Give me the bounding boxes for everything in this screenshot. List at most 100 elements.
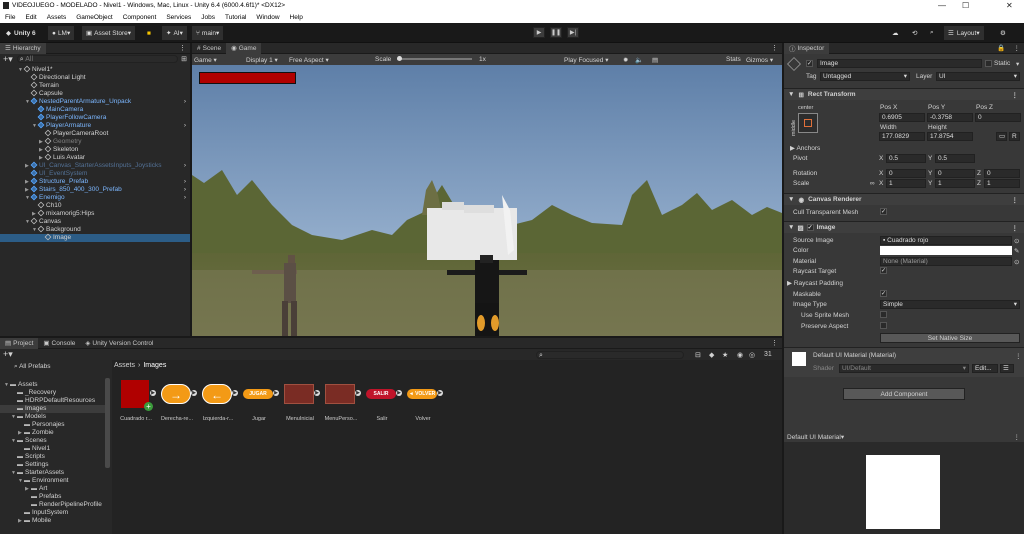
- foldout-arrow-icon[interactable]: ▶: [25, 178, 31, 186]
- component-menu-icon[interactable]: ⋮: [1012, 224, 1019, 232]
- open-prefab-icon[interactable]: ›: [184, 122, 186, 130]
- add-icon[interactable]: +▾: [3, 54, 13, 65]
- asset-item[interactable]: ▶ + Cuadrado r...: [118, 380, 156, 422]
- stats-button[interactable]: Stats: [726, 56, 741, 63]
- set-native-size-button[interactable]: Set Native Size: [880, 333, 1020, 343]
- static-dropdown-icon[interactable]: ▾: [1016, 60, 1019, 68]
- asset-store-button[interactable]: ▣ Asset Store ▾: [82, 26, 136, 40]
- material-field[interactable]: None (Material): [880, 257, 1012, 266]
- mute-icon[interactable]: 🔈: [635, 56, 643, 64]
- unity-button[interactable]: ◆ Unity 6: [2, 26, 40, 40]
- foldout-arrow-icon[interactable]: ▶: [39, 138, 45, 146]
- foldout-arrow-icon[interactable]: ▶: [25, 162, 31, 170]
- menu-component[interactable]: Component: [118, 14, 162, 21]
- more-icon[interactable]: ⋮: [771, 339, 778, 347]
- menu-file[interactable]: File: [0, 14, 20, 21]
- tab-version-control[interactable]: ◈ Unity Version Control: [80, 338, 158, 349]
- component-menu-icon[interactable]: ⋮: [1012, 196, 1019, 204]
- menu-tutorial[interactable]: Tutorial: [220, 14, 251, 21]
- rect-transform-header[interactable]: ▼ ⊞ Rect Transform ⋮: [784, 88, 1024, 100]
- foldout-arrow-icon[interactable]: ▶: [39, 154, 45, 162]
- account-button[interactable]: ● LM ▾: [48, 26, 75, 40]
- lock-icon[interactable]: 🔒: [997, 44, 1005, 52]
- tab-game[interactable]: ◉ Game: [226, 42, 262, 54]
- expand-sprite-icon[interactable]: ▶: [150, 390, 156, 396]
- image-type-dropdown[interactable]: Simple ▾: [880, 300, 1020, 309]
- tree-scrollbar[interactable]: [105, 378, 110, 468]
- raw-edit-button[interactable]: R: [1009, 132, 1020, 141]
- folder-item[interactable]: ▼▬ Models: [0, 413, 110, 421]
- scale-y-field[interactable]: 1: [935, 179, 975, 188]
- folder-item[interactable]: ▬ HDRPDefaultResources: [0, 397, 110, 405]
- breadcrumb-assets[interactable]: Assets: [114, 362, 135, 369]
- favorites-all-prefabs[interactable]: ⌕ All Prefabs: [0, 363, 110, 371]
- ai-button[interactable]: ✦ AI ▾: [162, 26, 187, 40]
- tab-project[interactable]: ▤ Project: [0, 337, 39, 349]
- menu-window[interactable]: Window: [251, 14, 284, 21]
- open-prefab-icon[interactable]: ›: [184, 98, 186, 106]
- folder-item[interactable]: ▼▬ StarterAssets: [0, 469, 110, 477]
- folder-item[interactable]: ▶ ▬ Zombie: [0, 429, 110, 437]
- component-menu-icon[interactable]: ⋮: [1015, 352, 1022, 360]
- hierarchy-item[interactable]: Image: [0, 233, 190, 242]
- minimize-icon[interactable]: —: [938, 1, 946, 10]
- tag-dropdown[interactable]: Untagged ▾: [820, 72, 910, 81]
- scale-slider[interactable]: [397, 56, 472, 61]
- foldout-arrow-icon[interactable]: ▶: [25, 186, 31, 194]
- folder-item[interactable]: ▬ Personajes: [0, 421, 110, 429]
- hierarchy-item[interactable]: ▼ Nivel1*: [0, 65, 190, 74]
- tab-inspector[interactable]: ⓘ Inspector: [784, 42, 830, 54]
- search-icon[interactable]: ⌕: [926, 26, 938, 40]
- asset-item[interactable]: → ▶ Derecha-re...: [159, 380, 197, 422]
- foldout-arrow-icon[interactable]: ▼: [25, 218, 31, 226]
- close-icon[interactable]: ✕: [1006, 1, 1013, 10]
- asset-item[interactable]: JUGAR ▶ Jugar: [241, 380, 279, 422]
- hierarchy-item[interactable]: PlayerFollowCamera: [0, 113, 190, 122]
- history-icon[interactable]: ⟲: [908, 26, 921, 40]
- menu-help[interactable]: Help: [285, 14, 308, 21]
- tab-scene[interactable]: # Scene: [192, 43, 226, 54]
- object-picker-icon[interactable]: ⊙: [1014, 237, 1019, 245]
- menu-services[interactable]: Services: [161, 14, 196, 21]
- hierarchy-item[interactable]: ▶ UI_Canvas_StarterAssetsInputs_Joysticks…: [0, 161, 190, 170]
- asset-item[interactable]: ◄ VOLVER ▶ Volver: [405, 380, 443, 422]
- menu-assets[interactable]: Assets: [42, 14, 72, 21]
- slider-handle[interactable]: [397, 56, 402, 61]
- maximize-icon[interactable]: ☐: [962, 1, 969, 10]
- hierarchy-item[interactable]: Capsule: [0, 89, 190, 98]
- hierarchy-item[interactable]: ▼ Enemigo ›: [0, 193, 190, 202]
- open-prefab-icon[interactable]: ›: [184, 186, 186, 194]
- menu-gameobject[interactable]: GameObject: [71, 14, 118, 21]
- static-checkbox[interactable]: [985, 60, 992, 67]
- folder-item[interactable]: ▬ _Recovery: [0, 389, 110, 397]
- blueprint-mode-button[interactable]: ▭: [996, 132, 1007, 141]
- shader-dropdown[interactable]: UI/Default ▾: [839, 364, 969, 373]
- edit-shader-button[interactable]: Edit...: [972, 364, 998, 373]
- step-button[interactable]: ▶|: [567, 27, 579, 38]
- add-icon[interactable]: +▾: [3, 349, 13, 360]
- folder-item[interactable]: ▶ ▬ Art: [0, 485, 110, 493]
- save-search-icon[interactable]: ★: [722, 351, 728, 359]
- asset-item[interactable]: SALIR ▶ Salir: [364, 380, 402, 422]
- menu-edit[interactable]: Edit: [20, 14, 41, 21]
- eye-icon[interactable]: ◎: [749, 351, 755, 359]
- breadcrumb-images[interactable]: Images: [143, 362, 166, 369]
- project-search-input[interactable]: ⌕: [536, 351, 684, 359]
- image-enabled-checkbox[interactable]: ✓: [806, 224, 814, 231]
- anchors-foldout[interactable]: ▶ Anchors: [790, 144, 820, 152]
- folder-item[interactable]: ▬ InputSystem: [0, 509, 110, 517]
- canvas-renderer-header[interactable]: ▼ ◉ Canvas Renderer ⋮: [784, 193, 1024, 205]
- expand-sprite-icon[interactable]: ▶: [314, 390, 320, 396]
- hierarchy-item[interactable]: ▶ mixamorig5:Hips: [0, 209, 190, 218]
- object-name-field[interactable]: Image: [817, 59, 982, 68]
- more-icon[interactable]: ⋮: [1014, 433, 1021, 441]
- pivot-x-field[interactable]: 0.5: [886, 154, 926, 163]
- component-menu-icon[interactable]: ⋮: [1012, 91, 1019, 99]
- hierarchy-item[interactable]: Ch10: [0, 201, 190, 210]
- hierarchy-item[interactable]: UI_EventSystem: [0, 169, 190, 178]
- foldout-arrow-icon[interactable]: ▼: [25, 98, 31, 106]
- folder-item[interactable]: ▼▬ Environment: [0, 477, 110, 485]
- menu-jobs[interactable]: Jobs: [196, 14, 220, 21]
- color-field[interactable]: [880, 246, 1012, 255]
- play-focused-dropdown[interactable]: Play Focused ▾: [564, 56, 608, 64]
